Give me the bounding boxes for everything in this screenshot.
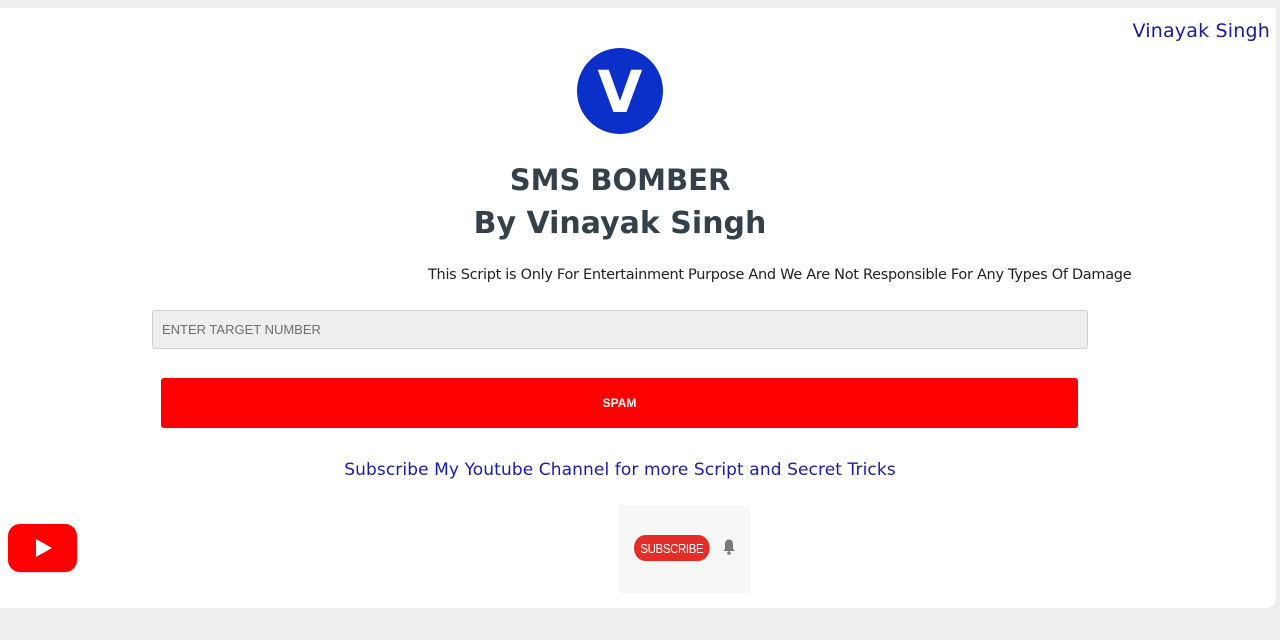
page-subtitle: By Vinayak Singh bbox=[473, 206, 767, 241]
author-name: Vinayak Singh bbox=[1132, 20, 1270, 42]
subscribe-widget[interactable]: SUBSCRIBE bbox=[619, 505, 750, 593]
play-triangle-icon bbox=[35, 539, 52, 557]
disclaimer-text: This Script is Only For Entertainment Pu… bbox=[428, 267, 1132, 283]
main-card: Vinayak Singh V SMS BOMBER By Vinayak Si… bbox=[0, 8, 1276, 608]
page-title: SMS BOMBER bbox=[509, 163, 731, 197]
subscribe-button[interactable]: SUBSCRIBE bbox=[634, 535, 710, 561]
logo-letter: V bbox=[597, 58, 643, 126]
bell-icon bbox=[723, 539, 735, 555]
logo: V bbox=[577, 48, 663, 134]
youtube-play-icon[interactable] bbox=[8, 524, 77, 572]
target-number-input[interactable] bbox=[152, 310, 1088, 349]
spam-button[interactable]: SPAM bbox=[161, 378, 1078, 428]
subscribe-message: Subscribe My Youtube Channel for more Sc… bbox=[344, 460, 896, 480]
